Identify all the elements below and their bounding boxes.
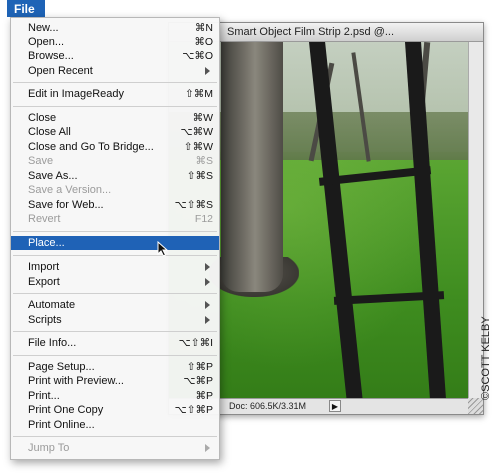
menu-item-shortcut: ⌥⇧⌘S: [174, 199, 213, 211]
menu-item-label: Open...: [28, 36, 65, 48]
menu-item-label: Revert: [28, 213, 61, 225]
menu-item-label: Save for Web...: [28, 199, 104, 211]
menu-item-import[interactable]: Import: [11, 260, 219, 274]
menu-separator: [13, 436, 217, 437]
menu-item-shortcut: ⌥⌘P: [183, 375, 213, 387]
menu-separator: [13, 293, 217, 294]
menu-item-label: Print with Preview...: [28, 375, 124, 387]
menu-item-label: Edit in ImageReady: [28, 88, 124, 100]
menu-item-label: Export: [28, 276, 60, 288]
submenu-arrow-icon: [205, 263, 210, 271]
menu-item-edit-in-imageready[interactable]: Edit in ImageReady ⇧⌘M: [11, 87, 219, 101]
menu-item-print[interactable]: Print... ⌘P: [11, 389, 219, 403]
menu-item-label: Save As...: [28, 170, 78, 182]
menu-item-scripts[interactable]: Scripts: [11, 313, 219, 327]
menu-item-shortcut: ⌘S: [195, 155, 213, 167]
photo-credit: ©SCOTT KELBY: [480, 316, 492, 400]
document-title: Smart Object Film Strip 2.psd @...: [227, 26, 395, 38]
menu-separator: [13, 231, 217, 232]
menu-item-close-all[interactable]: Close All ⌥⌘W: [11, 125, 219, 139]
menu-item-shortcut: ⌘W: [192, 112, 213, 124]
menu-item-shortcut: ⌘O: [194, 36, 213, 48]
submenu-arrow-icon: [205, 278, 210, 286]
menu-item-shortcut: ⌘N: [194, 22, 213, 34]
menu-item-label: Place...: [28, 237, 65, 249]
menu-item-shortcut: ⌥⌘O: [182, 50, 213, 62]
menu-item-shortcut: ⇧⌘M: [184, 88, 213, 100]
menubar-file[interactable]: File: [7, 0, 45, 17]
menu-item-shortcut: ⇧⌘W: [183, 141, 213, 153]
menu-item-label: Close All: [28, 126, 71, 138]
tree-trunk: [221, 42, 283, 292]
menu-item-label: Print Online...: [28, 419, 95, 431]
submenu-arrow-icon: [205, 67, 210, 75]
menu-item-label: Save a Version...: [28, 184, 112, 196]
menu-item-save-a-version: Save a Version...: [11, 183, 219, 197]
menu-item-place[interactable]: Place...: [11, 236, 219, 250]
menu-separator: [13, 355, 217, 356]
menu-item-shortcut: ⇧⌘P: [186, 361, 213, 373]
menu-item-automate[interactable]: Automate: [11, 298, 219, 312]
menu-item-label: New...: [28, 22, 59, 34]
menu-item-shortcut: ⌥⇧⌘P: [174, 404, 213, 416]
menu-item-label: Close and Go To Bridge...: [28, 141, 154, 153]
menu-item-open[interactable]: Open... ⌘O: [11, 35, 219, 49]
menu-item-revert: Revert F12: [11, 212, 219, 226]
document-size-readout: Doc: 606.5K/3.31M: [229, 401, 307, 411]
menu-item-label: Print...: [28, 390, 60, 402]
menu-item-label: Automate: [28, 299, 76, 311]
menu-item-label: File Info...: [28, 337, 77, 349]
menu-item-file-info[interactable]: File Info... ⌥⇧⌘I: [11, 336, 219, 350]
menu-item-new[interactable]: New... ⌘N: [11, 21, 219, 35]
menu-item-page-setup[interactable]: Page Setup... ⇧⌘P: [11, 360, 219, 374]
menu-separator: [13, 106, 217, 107]
menu-item-label: Print One Copy: [28, 404, 104, 416]
mouse-pointer-icon: [157, 241, 169, 257]
menu-item-print-online[interactable]: Print Online...: [11, 418, 219, 432]
menu-item-jump-to: Jump To: [11, 441, 219, 455]
menu-item-shortcut: ⌥⇧⌘I: [178, 337, 213, 349]
menu-item-shortcut: F12: [194, 213, 213, 225]
submenu-arrow-icon: [205, 316, 210, 324]
file-menu: New... ⌘N Open... ⌘O Browse... ⌥⌘O Open …: [10, 17, 220, 460]
menu-item-shortcut: ⌘P: [195, 390, 213, 402]
menu-item-open-recent[interactable]: Open Recent: [11, 64, 219, 78]
menu-item-label: Scripts: [28, 314, 62, 326]
menu-item-label: Browse...: [28, 50, 74, 62]
menu-separator: [13, 255, 217, 256]
resize-grip[interactable]: [468, 398, 483, 414]
submenu-arrow-icon: [205, 301, 210, 309]
menu-item-print-with-preview[interactable]: Print with Preview... ⌥⌘P: [11, 374, 219, 388]
submenu-arrow-icon: [205, 444, 210, 452]
menu-item-save: Save ⌘S: [11, 154, 219, 168]
menu-item-label: Jump To: [28, 442, 70, 454]
menu-item-shortcut: ⌥⌘W: [180, 126, 213, 138]
menu-item-close[interactable]: Close ⌘W: [11, 111, 219, 125]
menu-item-label: Open Recent: [28, 65, 93, 77]
menu-separator: [13, 82, 217, 83]
menu-item-save-as[interactable]: Save As... ⇧⌘S: [11, 169, 219, 183]
menu-item-save-for-web[interactable]: Save for Web... ⌥⇧⌘S: [11, 198, 219, 212]
menu-item-browse[interactable]: Browse... ⌥⌘O: [11, 49, 219, 63]
menu-item-label: Page Setup...: [28, 361, 95, 373]
menu-item-print-one-copy[interactable]: Print One Copy ⌥⇧⌘P: [11, 403, 219, 417]
menu-item-shortcut: ⇧⌘S: [186, 170, 213, 182]
status-menu-arrow-icon[interactable]: ▶: [329, 400, 341, 412]
menu-separator: [13, 331, 217, 332]
menu-item-export[interactable]: Export: [11, 275, 219, 289]
menu-item-label: Save: [28, 155, 54, 167]
menu-item-label: Import: [28, 261, 60, 273]
menu-item-label: Close: [28, 112, 57, 124]
menu-item-close-and-go-to-bridge[interactable]: Close and Go To Bridge... ⇧⌘W: [11, 140, 219, 154]
